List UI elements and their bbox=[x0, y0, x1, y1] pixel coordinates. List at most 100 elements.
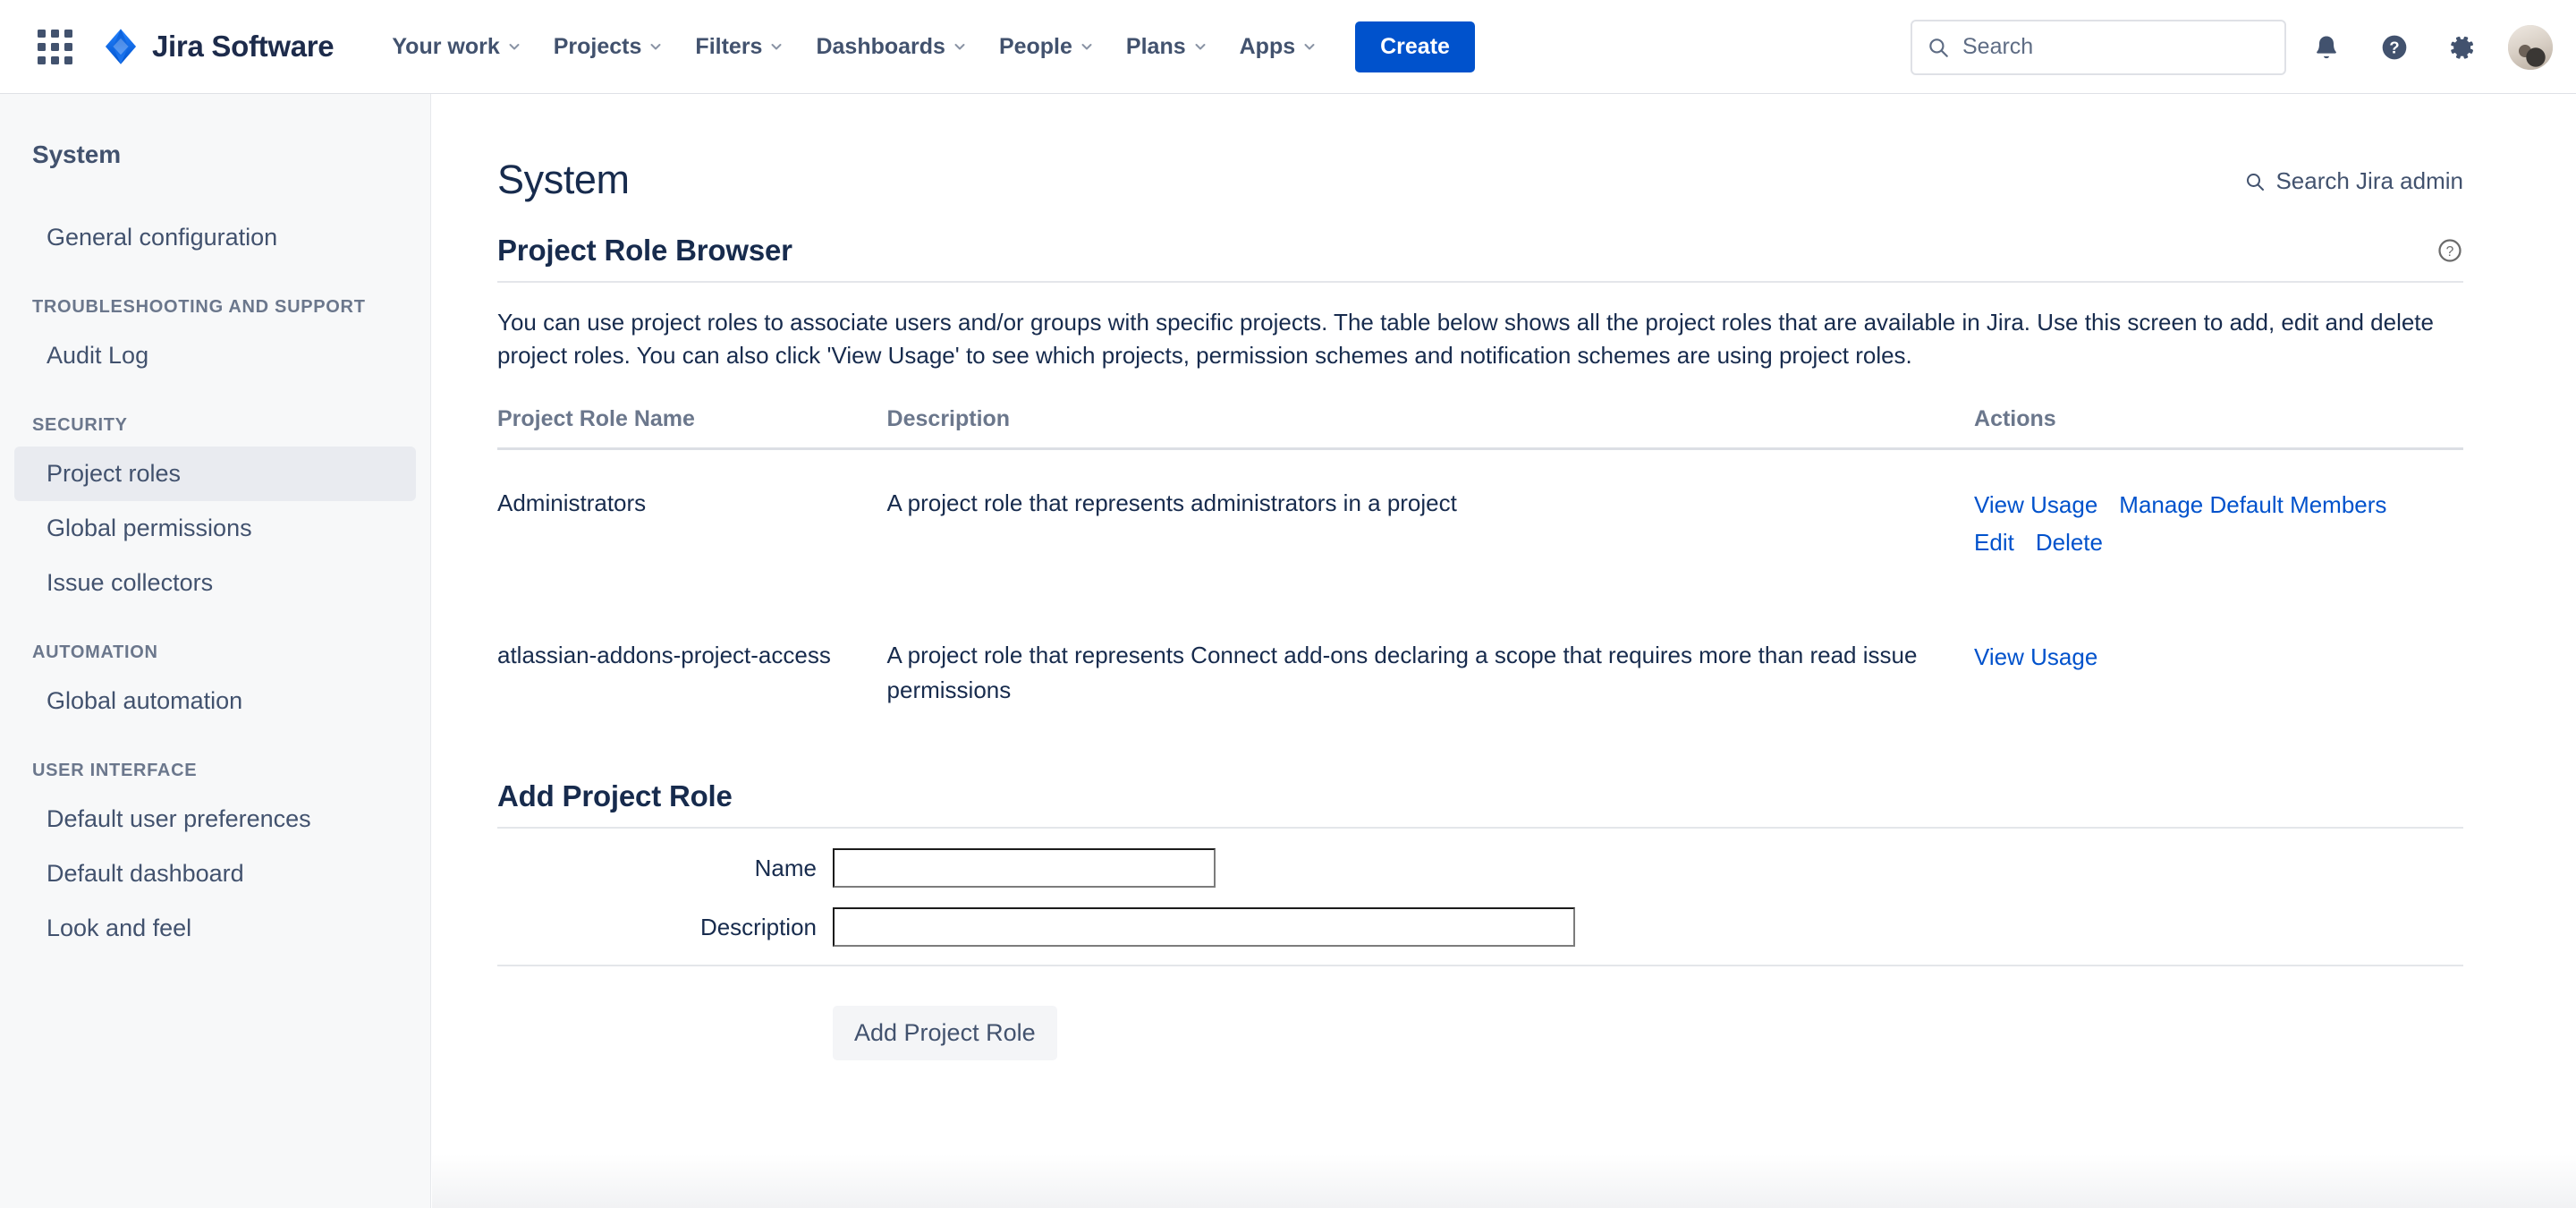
role-name-cell: Administrators bbox=[497, 489, 647, 516]
global-search-input[interactable] bbox=[1961, 33, 2256, 61]
nav-item-label: Apps bbox=[1239, 33, 1296, 59]
sidebar-item-default-user-preferences[interactable]: Default user preferences bbox=[14, 792, 416, 846]
nav-item-label: Projects bbox=[553, 33, 642, 59]
sidebar-group-user-interface: USER INTERFACE Default user preferences … bbox=[0, 761, 430, 956]
add-project-role-button[interactable]: Add Project Role bbox=[833, 1006, 1057, 1061]
nav-item-your-work[interactable]: Your work bbox=[377, 25, 536, 69]
nav-item-apps[interactable]: Apps bbox=[1224, 25, 1333, 69]
search-icon bbox=[1929, 38, 1948, 57]
description-field-label: Description bbox=[699, 913, 817, 940]
edit-link[interactable]: Edit bbox=[1974, 523, 2014, 561]
project-roles-table: Project Role Name Description Actions Ad… bbox=[497, 405, 2463, 749]
nav-item-plans[interactable]: Plans bbox=[1111, 25, 1223, 69]
search-jira-admin-label: Search Jira admin bbox=[2275, 167, 2463, 194]
help-circle-icon: ? bbox=[2382, 35, 2407, 59]
global-search-box[interactable] bbox=[1911, 19, 2286, 75]
sidebar-group-label-automation: AUTOMATION bbox=[32, 642, 158, 662]
role-actions-cell: View Usage Manage Default Members Edit Del… bbox=[1974, 448, 2463, 602]
column-header-description: Description bbox=[886, 405, 1975, 450]
role-description-cell: A project role that represents Connect a… bbox=[886, 642, 1918, 704]
column-header-actions: Actions bbox=[1974, 405, 2463, 450]
name-field-label: Name bbox=[754, 854, 817, 881]
sidebar-group-automation: AUTOMATION Global automation bbox=[0, 642, 430, 728]
add-project-role-title: Add Project Role bbox=[497, 779, 733, 813]
sidebar-item-default-dashboard[interactable]: Default dashboard bbox=[14, 846, 416, 901]
brand-name-label: Jira Software bbox=[152, 30, 335, 63]
sidebar-group-security: SECURITY Project roles Global permission… bbox=[0, 415, 430, 610]
chevron-down-icon bbox=[954, 44, 965, 50]
nav-item-dashboards[interactable]: Dashboards bbox=[801, 25, 981, 69]
gear-icon bbox=[2451, 36, 2473, 59]
app-switcher-button[interactable] bbox=[27, 19, 82, 74]
svg-text:?: ? bbox=[2389, 38, 2399, 56]
description-field-row: Description bbox=[497, 907, 2463, 948]
help-button[interactable]: ? bbox=[2367, 20, 2422, 75]
main-menu: Your work Projects Filters Dashboards Pe… bbox=[377, 21, 1475, 72]
sidebar-group-general: General configuration bbox=[0, 210, 430, 265]
nav-item-filters[interactable]: Filters bbox=[680, 25, 799, 69]
actions-link-group: View Usage Manage Default Members Edit Del… bbox=[1974, 486, 2463, 561]
add-project-role-form: Name Description bbox=[497, 848, 2463, 967]
notifications-button[interactable] bbox=[2299, 20, 2354, 75]
table-header-row: Project Role Name Description Actions bbox=[497, 405, 2463, 450]
top-nav-right-group: ? bbox=[1911, 0, 2553, 94]
name-input[interactable] bbox=[833, 848, 1216, 889]
sidebar-group-label-troubleshooting: TROUBLESHOOTING AND SUPPORT bbox=[32, 297, 366, 317]
nav-item-label: People bbox=[998, 33, 1072, 59]
chevron-down-icon bbox=[771, 44, 782, 50]
user-avatar[interactable] bbox=[2508, 24, 2553, 70]
add-project-role-button-row: Add Project Role bbox=[497, 1006, 2576, 1068]
view-usage-link[interactable]: View Usage bbox=[1974, 486, 2097, 523]
actions-link-group: View Usage bbox=[1974, 638, 2463, 676]
search-icon bbox=[2247, 173, 2265, 191]
name-field-row: Name bbox=[497, 848, 2463, 889]
table-header: Project Role Name Description Actions bbox=[497, 405, 2463, 450]
admin-sidebar: System General configuration TROUBLESHOO… bbox=[0, 94, 431, 1208]
table-row: atlassian-addons-project-access A projec… bbox=[497, 602, 2463, 749]
avatar-image bbox=[2508, 24, 2553, 70]
sidebar-item-global-automation[interactable]: Global automation bbox=[14, 674, 416, 728]
bottom-scroll-fade bbox=[432, 1154, 2576, 1208]
top-navigation-bar: Jira Software Your work Projects Filters… bbox=[0, 0, 2576, 94]
sidebar-group-label-security: SECURITY bbox=[32, 415, 128, 435]
sidebar-item-look-and-feel[interactable]: Look and feel bbox=[14, 901, 416, 956]
project-role-browser-header: Project Role Browser ? bbox=[497, 234, 2463, 283]
chevron-down-icon bbox=[509, 44, 520, 50]
help-circle-icon[interactable]: ? bbox=[2436, 237, 2463, 264]
sidebar-item-issue-collectors[interactable]: Issue collectors bbox=[14, 556, 416, 610]
nav-item-label: Plans bbox=[1125, 33, 1186, 59]
svg-text:?: ? bbox=[2446, 244, 2454, 259]
sidebar-item-general-configuration[interactable]: General configuration bbox=[14, 210, 416, 265]
search-jira-admin-link[interactable]: Search Jira admin bbox=[2244, 167, 2463, 195]
section-title: Project Role Browser bbox=[497, 234, 792, 267]
nav-item-label: Your work bbox=[392, 33, 500, 59]
chevron-down-icon bbox=[1195, 44, 1206, 50]
description-input[interactable] bbox=[833, 907, 1575, 948]
sidebar-item-project-roles[interactable]: Project roles bbox=[14, 447, 416, 501]
view-usage-link[interactable]: View Usage bbox=[1974, 638, 2097, 676]
delete-link[interactable]: Delete bbox=[2036, 523, 2103, 561]
sidebar-group-label-user-interface: USER INTERFACE bbox=[32, 761, 198, 780]
chevron-down-icon bbox=[1081, 44, 1092, 50]
add-project-role-section: Add Project Role Name Description Add Pr… bbox=[497, 779, 2576, 1068]
chevron-down-icon bbox=[1304, 44, 1315, 50]
settings-button[interactable] bbox=[2435, 20, 2490, 75]
sidebar-item-audit-log[interactable]: Audit Log bbox=[14, 328, 416, 383]
nav-item-people[interactable]: People bbox=[984, 25, 1109, 69]
create-button[interactable]: Create bbox=[1355, 21, 1475, 72]
nav-item-projects[interactable]: Projects bbox=[538, 25, 679, 69]
jira-software-brand[interactable]: Jira Software bbox=[102, 28, 335, 65]
intro-description: You can use project roles to associate u… bbox=[497, 309, 2434, 369]
nav-item-label: Filters bbox=[695, 33, 763, 59]
jira-diamond-logo bbox=[105, 29, 137, 64]
chevron-down-icon bbox=[650, 44, 661, 50]
role-actions-cell: View Usage bbox=[1974, 602, 2463, 749]
sidebar-item-global-permissions[interactable]: Global permissions bbox=[14, 501, 416, 556]
add-project-role-header: Add Project Role bbox=[497, 779, 2463, 829]
main-content-area: System Search Jira admin Project Role Br… bbox=[432, 94, 2576, 1208]
bell-icon bbox=[2317, 35, 2336, 58]
role-name-cell: atlassian-addons-project-access bbox=[497, 642, 831, 669]
table-body: Administrators A project role that repre… bbox=[497, 448, 2463, 749]
role-description-cell: A project role that represents administr… bbox=[886, 489, 1457, 516]
manage-default-members-link[interactable]: Manage Default Members bbox=[2119, 486, 2386, 523]
